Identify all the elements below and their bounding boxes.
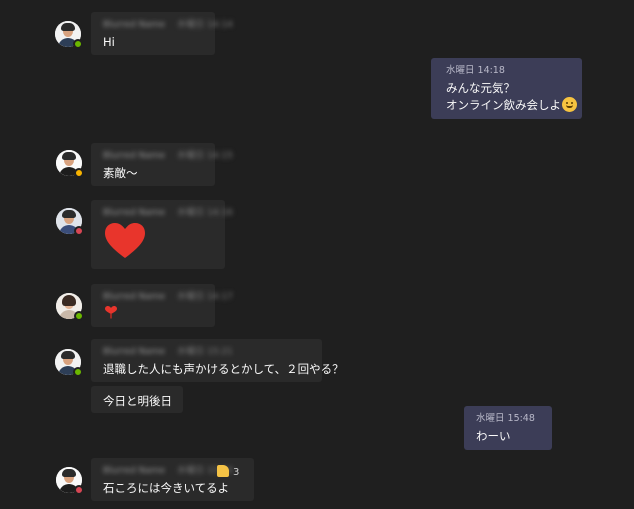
message-time: 水曜日 14:16 bbox=[177, 208, 233, 218]
avatar[interactable] bbox=[55, 349, 83, 377]
message-text: 素敵〜 bbox=[103, 166, 138, 180]
message-meta: Blurred Name 水曜日 15:21 bbox=[103, 346, 310, 358]
avatar[interactable] bbox=[55, 21, 83, 49]
message-bubble[interactable]: Blurred Name 水曜日 14:16 bbox=[91, 200, 233, 269]
smile-emoji-icon bbox=[562, 97, 577, 112]
sender-name: Blurred Name bbox=[103, 151, 166, 161]
presence-available-icon bbox=[74, 311, 84, 321]
message-text: Hi bbox=[103, 35, 115, 49]
message-text: わーい bbox=[476, 429, 511, 443]
message-line-2-text: オンライン飲み会しよ bbox=[446, 98, 561, 112]
message-time: 水曜日 14:14 bbox=[177, 20, 233, 30]
avatar[interactable] bbox=[56, 208, 84, 236]
message-line-2: オンライン飲み会しよ bbox=[446, 97, 577, 114]
presence-away-icon bbox=[74, 168, 84, 178]
message-line-1: みんな元気？ bbox=[446, 81, 515, 95]
message-meta: Blurred Name 水曜日 14:14 bbox=[103, 19, 233, 31]
message-time: 水曜日 14:15 bbox=[177, 151, 233, 161]
sender-name: Blurred Name bbox=[103, 20, 166, 30]
message-meta: Blurred Name 水曜日 14:17 bbox=[103, 291, 233, 303]
message-bubble[interactable]: Blurred Name 水曜日 15:50 石ころには今きいてるよ 3 bbox=[91, 458, 254, 501]
my-message-bubble[interactable]: 水曜日 15:48 わーい bbox=[464, 406, 552, 450]
avatar[interactable] bbox=[56, 293, 84, 321]
message-bubble[interactable]: Blurred Name 水曜日 14:15 素敵〜 bbox=[91, 143, 233, 186]
small-heart-emoji-icon bbox=[105, 306, 117, 319]
message-text: 石ころには今きいてるよ bbox=[103, 481, 230, 495]
message-bubble[interactable]: Blurred Name 水曜日 14:17 bbox=[91, 284, 233, 327]
message-text: 退職した人にも声かけるとかして、２回やる？ bbox=[103, 362, 344, 376]
presence-busy-icon bbox=[74, 226, 84, 236]
message-bubble[interactable]: Blurred Name 水曜日 15:21 退職した人にも声かけるとかして、２回… bbox=[91, 339, 344, 382]
message-bubble[interactable]: Blurred Name 水曜日 14:14 Hi bbox=[91, 12, 233, 55]
message-time: 水曜日 14:18 bbox=[446, 65, 505, 76]
presence-busy-icon bbox=[74, 485, 84, 495]
message-time: 水曜日 15:48 bbox=[476, 413, 535, 424]
thumbs-up-icon bbox=[217, 465, 229, 477]
message-time: 水曜日 14:17 bbox=[177, 292, 233, 302]
avatar[interactable] bbox=[56, 150, 84, 178]
reaction-like[interactable]: 3 bbox=[217, 465, 239, 478]
sender-name: Blurred Name bbox=[103, 466, 166, 476]
reaction-count: 3 bbox=[233, 467, 240, 478]
sender-name: Blurred Name bbox=[103, 347, 166, 357]
message-bubble[interactable]: 今日と明後日 bbox=[91, 386, 183, 413]
message-meta: Blurred Name 水曜日 14:16 bbox=[103, 207, 233, 219]
heart-emoji-icon bbox=[105, 223, 145, 258]
message-text: 今日と明後日 bbox=[103, 394, 172, 408]
sender-name: Blurred Name bbox=[103, 292, 166, 302]
my-message-bubble[interactable]: 水曜日 14:18 みんな元気？ オンライン飲み会しよ bbox=[431, 58, 582, 119]
message-text: みんな元気？ オンライン飲み会しよ bbox=[446, 80, 577, 114]
avatar[interactable] bbox=[56, 467, 84, 495]
presence-available-icon bbox=[73, 367, 83, 377]
message-meta: Blurred Name 水曜日 14:15 bbox=[103, 150, 233, 162]
message-time: 水曜日 15:21 bbox=[177, 347, 233, 357]
sender-name: Blurred Name bbox=[103, 208, 166, 218]
presence-available-icon bbox=[73, 39, 83, 49]
